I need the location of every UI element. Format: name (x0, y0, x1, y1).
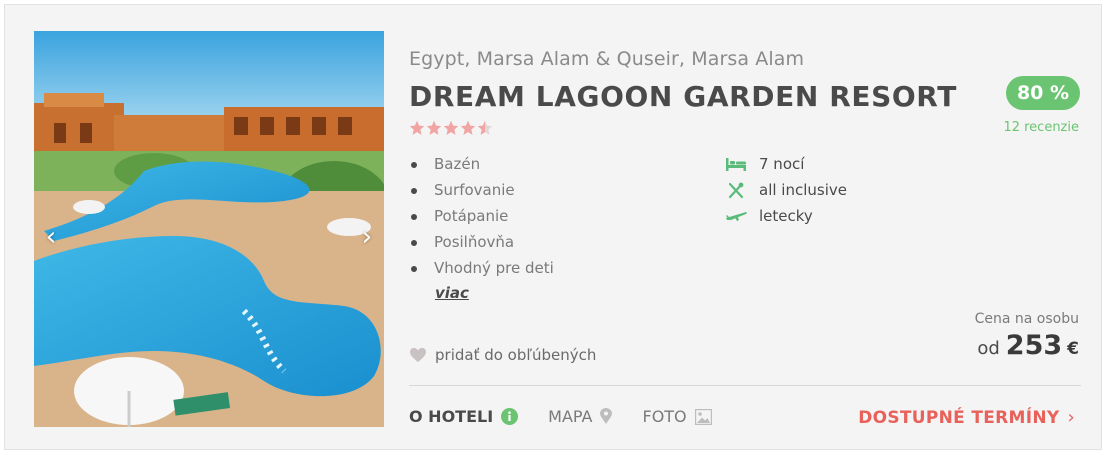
feature-item: Potápanie (409, 203, 554, 229)
cutlery-icon (725, 181, 747, 199)
chevron-right-icon: › (1067, 407, 1075, 428)
rating-badge: 80 % (1006, 76, 1080, 110)
heart-icon (410, 347, 426, 363)
resort-pool-image (34, 31, 384, 427)
trip-board: all inclusive (725, 177, 847, 203)
trip-details: 7 nocí all inclusive letecky (725, 151, 847, 229)
tab-map[interactable]: MAPA (548, 407, 613, 426)
tab-photo[interactable]: FOTO (642, 407, 712, 426)
tab-label: MAPA (548, 407, 593, 426)
price-currency: € (1067, 339, 1079, 359)
divider (409, 385, 1081, 386)
price: od 253 € (977, 330, 1079, 361)
plane-icon (725, 207, 747, 225)
star-icon (460, 120, 476, 135)
gallery-prev-arrow[interactable]: ‹ (40, 223, 62, 251)
star-icon (426, 120, 442, 135)
cta-label: DOSTUPNÉ TERMÍNY (858, 407, 1060, 428)
hotel-photo[interactable]: ‹ › (34, 31, 384, 427)
tab-label: O HOTELI (409, 407, 494, 426)
hotel-tabs: O HOTELI MAPA FOTO (409, 407, 742, 426)
info-icon (501, 408, 519, 425)
tab-label: FOTO (642, 407, 687, 426)
star-icon (443, 120, 459, 135)
feature-item: Surfovanie (409, 177, 554, 203)
tab-about-hotel[interactable]: O HOTELI (409, 407, 519, 426)
reviews-link[interactable]: 12 recenzie (1003, 120, 1079, 135)
transport-text: letecky (759, 207, 813, 225)
price-from: od (977, 338, 1000, 359)
bed-icon (725, 155, 747, 173)
favorite-label: pridať do obľúbených (435, 346, 597, 364)
more-link[interactable]: viac (435, 284, 469, 302)
add-to-favorites[interactable]: pridať do obľúbených (409, 346, 596, 364)
duration-text: 7 nocí (759, 155, 805, 173)
star-half-icon (477, 120, 493, 135)
board-text: all inclusive (759, 181, 847, 199)
star-icon (409, 120, 425, 135)
trip-transport: letecky (725, 203, 847, 229)
feature-item: Vhodný pre deti (409, 255, 554, 281)
image-icon (694, 408, 712, 425)
hotel-stars (409, 120, 493, 136)
feature-item: Bazén (409, 151, 554, 177)
feature-list: Bazén Surfovanie Potápanie Posilňovňa Vh… (409, 151, 554, 281)
price-label: Cena na osobu (974, 311, 1079, 327)
price-amount: 253 (1005, 330, 1063, 361)
trip-duration: 7 nocí (725, 151, 847, 177)
hotel-name[interactable]: DREAM LAGOON GARDEN RESORT (409, 80, 957, 113)
gallery-next-arrow[interactable]: › (356, 223, 378, 251)
map-pin-icon (600, 408, 613, 425)
hotel-card: ‹ › Egypt, Marsa Alam & Quseir, Marsa Al… (4, 4, 1102, 450)
available-dates-button[interactable]: DOSTUPNÉ TERMÍNY › (858, 407, 1075, 428)
feature-item: Posilňovňa (409, 229, 554, 255)
hotel-location: Egypt, Marsa Alam & Quseir, Marsa Alam (409, 48, 805, 70)
